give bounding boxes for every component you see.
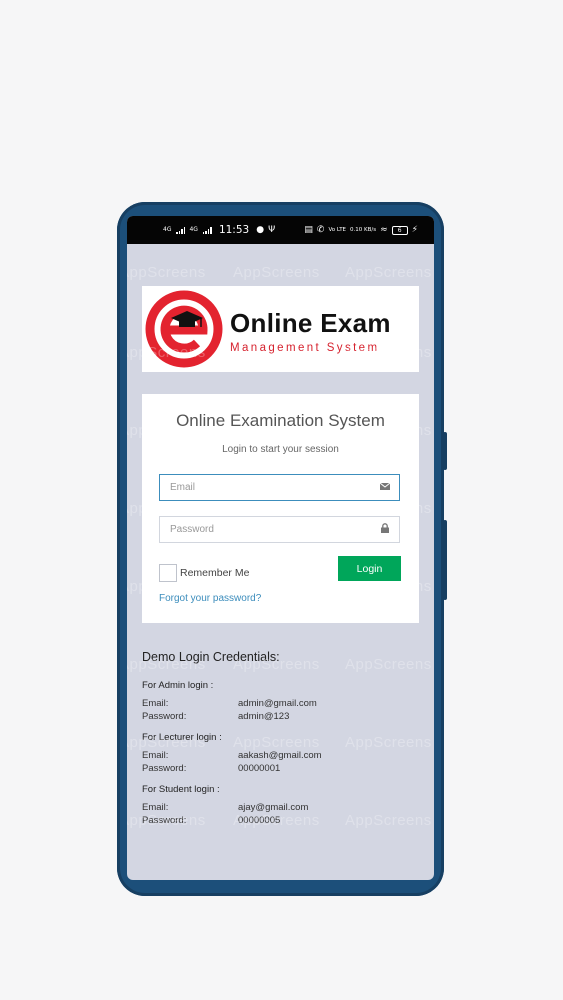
email-label: Email: xyxy=(142,750,169,761)
password-input[interactable] xyxy=(160,517,370,542)
lecturer-password-row: Password: 00000001 xyxy=(142,762,422,775)
network-type-1: 4G xyxy=(163,226,172,233)
logo-title: Online Exam xyxy=(230,308,391,338)
phone-screen: 4G 4G 11:53 ● Ψ ▤ ✆ Vo LTE 0.10 KB/s ≈ 6… xyxy=(127,216,434,880)
watermark: AppScreens xyxy=(127,264,206,281)
email-label: Email: xyxy=(142,802,169,813)
status-time: 11:53 xyxy=(218,224,250,236)
admin-password: admin@123 xyxy=(238,711,290,722)
admin-email: admin@gmail.com xyxy=(238,698,317,709)
data-rate: 0.10 KB/s xyxy=(350,227,377,233)
usb-icon: Ψ xyxy=(268,225,276,235)
remember-label: Remember Me xyxy=(180,567,250,579)
student-email: ajay@gmail.com xyxy=(238,802,309,813)
password-label: Password: xyxy=(142,763,187,774)
remember-checkbox[interactable] xyxy=(159,564,177,582)
call-icon: ✆ xyxy=(316,225,325,235)
watermark: AppScreens xyxy=(233,264,320,281)
lecturer-login-title: For Lecturer login : xyxy=(142,732,222,743)
email-label: Email: xyxy=(142,698,169,709)
email-field[interactable] xyxy=(159,474,400,501)
demo-credentials: Demo Login Credentials: For Admin login … xyxy=(142,650,422,827)
login-button[interactable]: Login xyxy=(338,556,401,581)
lecturer-email-row: Email: aakash@gmail.com xyxy=(142,749,422,762)
phone-frame: 4G 4G 11:53 ● Ψ ▤ ✆ Vo LTE 0.10 KB/s ≈ 6… xyxy=(117,202,447,896)
forgot-password-link[interactable]: Forgot your password? xyxy=(159,593,261,604)
password-label: Password: xyxy=(142,815,187,826)
lecturer-password: 00000001 xyxy=(238,763,281,774)
form-title: Online Examination System xyxy=(176,411,385,430)
admin-password-row: Password: admin@123 xyxy=(142,710,422,723)
password-label: Password: xyxy=(142,711,187,722)
student-login-title: For Student login : xyxy=(142,784,220,795)
snapchat-icon: ● xyxy=(256,225,265,235)
login-form: Online Examination System Login to start… xyxy=(142,394,419,623)
admin-login-title: For Admin login : xyxy=(142,680,214,691)
envelope-icon xyxy=(380,482,390,490)
signal-icon-2 xyxy=(202,226,212,234)
vibrate-icon: ▤ xyxy=(304,225,313,235)
wifi-icon: ≈ xyxy=(380,225,388,235)
password-field[interactable] xyxy=(159,516,400,543)
lock-icon xyxy=(381,523,389,533)
status-bar: 4G 4G 11:53 ● Ψ ▤ ✆ Vo LTE 0.10 KB/s ≈ 6… xyxy=(127,216,434,244)
network-type-2: 4G xyxy=(189,226,198,233)
logo-banner: Online Exam Management System xyxy=(142,286,419,372)
student-password-row: Password: 00000005 xyxy=(142,814,422,827)
demo-heading: Demo Login Credentials: xyxy=(142,650,280,664)
volte-label: Vo LTE xyxy=(328,227,347,233)
watermark: AppScreens xyxy=(345,264,432,281)
form-subtitle: Login to start your session xyxy=(222,444,339,455)
logo-subtitle: Management System xyxy=(230,342,380,354)
volume-button xyxy=(443,432,447,470)
lecturer-email: aakash@gmail.com xyxy=(238,750,322,761)
email-input[interactable] xyxy=(160,475,370,500)
battery-icon: 6 xyxy=(391,225,408,235)
student-email-row: Email: ajay@gmail.com xyxy=(142,801,422,814)
signal-icon xyxy=(176,226,186,234)
charging-icon: ⚡ xyxy=(411,225,418,235)
admin-email-row: Email: admin@gmail.com xyxy=(142,697,422,710)
remember-me[interactable]: Remember Me xyxy=(159,564,249,582)
exam-logo-icon xyxy=(145,290,223,368)
student-password: 00000005 xyxy=(238,815,281,826)
power-button xyxy=(443,520,447,600)
